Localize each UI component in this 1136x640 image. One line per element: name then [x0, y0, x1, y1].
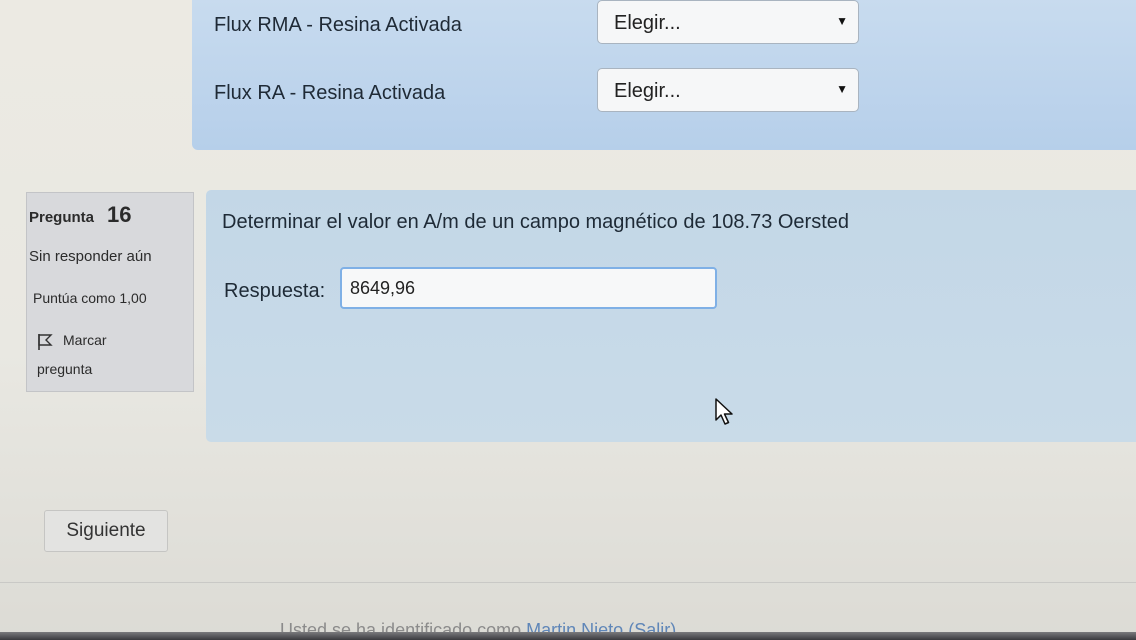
screen-bezel [0, 632, 1136, 640]
answer-label: Respuesta: [224, 280, 326, 302]
flag-icon[interactable] [37, 333, 53, 351]
match-select-value: Elegir... [614, 80, 681, 102]
answer-input[interactable] [340, 267, 717, 309]
question-number: 16 [107, 202, 132, 227]
flag-question-link[interactable]: Marcar [63, 332, 107, 348]
divider [0, 582, 1136, 583]
question-text: Determinar el valor en A/m de un campo m… [222, 211, 850, 233]
match-select-value: Elegir... [614, 12, 681, 34]
match-select[interactable]: Elegir... ▼ [597, 68, 859, 112]
match-row: Flux RA - Resina Activada Elegir... ▼ [192, 68, 1136, 116]
match-row-label: Flux RA - Resina Activada [214, 82, 446, 104]
flag-question-link-cont[interactable]: pregunta [37, 361, 92, 377]
next-button[interactable]: Siguiente [44, 510, 168, 552]
question-info: Pregunta 16 Sin responder aún Puntúa com… [26, 192, 194, 392]
dropdown-arrow-icon: ▼ [836, 14, 848, 28]
match-row: Flux RMA - Resina Activada Elegir... ▼ [192, 0, 1136, 48]
previous-question-panel: Flux RMA - Resina Activada Elegir... ▼ F… [192, 0, 1136, 150]
match-select[interactable]: Elegir... ▼ [597, 0, 859, 44]
question-number-label: Pregunta [29, 209, 95, 226]
match-row-label: Flux RMA - Resina Activada [214, 14, 462, 36]
question-grade: Puntúa como 1,00 [33, 290, 147, 306]
mouse-pointer-icon [715, 398, 733, 425]
question-state: Sin responder aún [29, 248, 152, 265]
dropdown-arrow-icon: ▼ [836, 82, 848, 96]
question-content: Determinar el valor en A/m de un campo m… [206, 190, 1136, 442]
